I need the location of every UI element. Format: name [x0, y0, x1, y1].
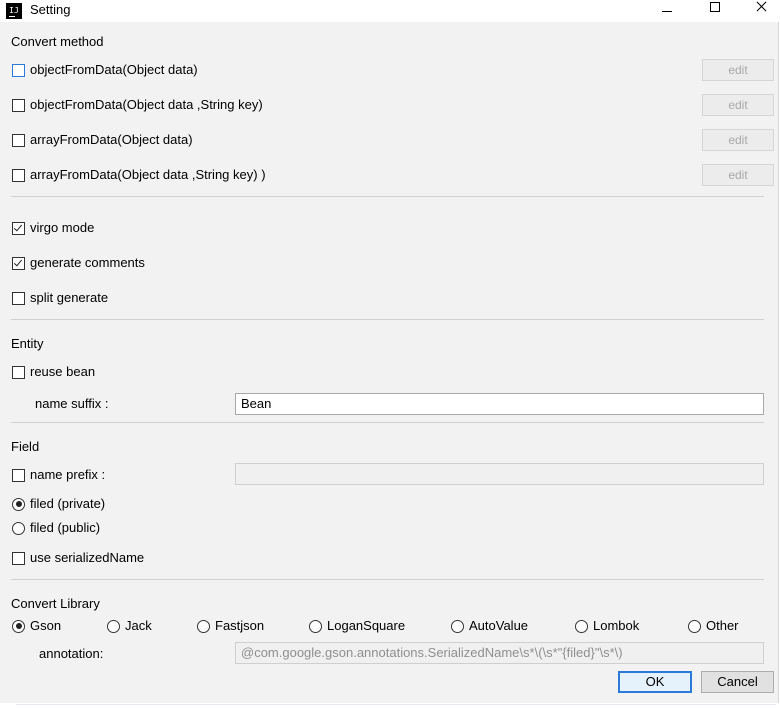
name-prefix-checkbox[interactable]: name prefix :: [12, 466, 105, 484]
checkbox-label: generate comments: [30, 255, 145, 270]
radio-label: Other: [706, 618, 739, 633]
radio-label: LoganSquare: [327, 618, 406, 633]
use-serialized-name-checkbox[interactable]: use serializedName: [12, 549, 144, 567]
name-suffix-label: name suffix :: [35, 396, 109, 411]
checkbox-box[interactable]: [12, 221, 25, 235]
minimize-button[interactable]: [644, 0, 690, 22]
convert-method-title: Convert method: [11, 34, 104, 49]
library-fastjson-radio[interactable]: Fastjson: [197, 617, 264, 635]
checkbox-label: arrayFromData(Object data): [30, 132, 193, 147]
maximize-button[interactable]: [692, 0, 738, 22]
checkbox-label: split generate: [30, 290, 109, 305]
checkbox-box[interactable]: [12, 551, 25, 565]
radio-button[interactable]: [451, 619, 464, 633]
radio-button[interactable]: [12, 521, 25, 535]
radio-label: filed (public): [30, 520, 101, 535]
radio-label: filed (private): [30, 496, 106, 511]
radio-button[interactable]: [688, 619, 701, 633]
separator: [11, 319, 764, 320]
radio-label: Gson: [30, 618, 62, 633]
field-title: Field: [11, 439, 40, 454]
settings-panel: Convert method objectFromData(Object dat…: [0, 22, 779, 703]
checkbox-box[interactable]: [12, 133, 25, 147]
reuse-bean-checkbox[interactable]: reuse bean: [12, 363, 95, 381]
edit-button-array-key[interactable]: edit: [702, 164, 774, 186]
library-jack-radio[interactable]: Jack: [107, 617, 152, 635]
name-prefix-input[interactable]: [235, 463, 764, 485]
checkbox-box[interactable]: [12, 365, 25, 379]
checkbox-box[interactable]: [12, 168, 25, 182]
library-lombok-radio[interactable]: Lombok: [575, 617, 639, 635]
checkbox-label: virgo mode: [30, 220, 95, 235]
convert-method-object-checkbox[interactable]: objectFromData(Object data): [12, 61, 198, 79]
convert-method-object-key-checkbox[interactable]: objectFromData(Object data ,String key): [12, 96, 263, 114]
virgo-mode-checkbox[interactable]: virgo mode: [12, 219, 94, 237]
radio-button[interactable]: [309, 619, 322, 633]
radio-button[interactable]: [197, 619, 210, 633]
radio-label: AutoValue: [469, 618, 529, 633]
radio-label: Jack: [125, 618, 152, 633]
edit-button-object-key[interactable]: edit: [702, 94, 774, 116]
ok-button[interactable]: OK: [618, 671, 692, 693]
convert-library-title: Convert Library: [11, 596, 100, 611]
radio-label: Fastjson: [215, 618, 265, 633]
checkbox-label: objectFromData(Object data ,String key): [30, 97, 263, 112]
checkbox-box[interactable]: [12, 98, 25, 112]
checkbox-box[interactable]: [12, 291, 25, 305]
checkbox-label: objectFromData(Object data): [30, 62, 198, 77]
checkbox-box[interactable]: [12, 468, 25, 482]
checkbox-label: arrayFromData(Object data ,String key) ): [30, 167, 266, 182]
generate-comments-checkbox[interactable]: generate comments: [12, 254, 145, 272]
title-bar: IJ Setting: [0, 0, 780, 22]
convert-method-array-key-checkbox[interactable]: arrayFromData(Object data ,String key) ): [12, 166, 266, 184]
edit-button-object[interactable]: edit: [702, 59, 774, 81]
library-autovalue-radio[interactable]: AutoValue: [451, 617, 528, 635]
checkbox-label: name prefix :: [30, 467, 106, 482]
library-other-radio[interactable]: Other: [688, 617, 739, 635]
window-title: Setting: [30, 2, 71, 17]
close-button[interactable]: [738, 0, 780, 22]
separator: [11, 422, 764, 423]
separator: [11, 196, 764, 197]
radio-label: Lombok: [593, 618, 640, 633]
annotation-input[interactable]: @com.google.gson.annotations.SerializedN…: [235, 642, 764, 664]
separator: [11, 579, 764, 580]
entity-title: Entity: [11, 336, 44, 351]
radio-button[interactable]: [12, 619, 25, 633]
radio-button[interactable]: [575, 619, 588, 633]
checkbox-label: use serializedName: [30, 550, 145, 565]
split-generate-checkbox[interactable]: split generate: [12, 289, 108, 307]
radio-button[interactable]: [12, 497, 25, 511]
filed-public-radio[interactable]: filed (public): [12, 519, 100, 537]
checkbox-label: reuse bean: [30, 364, 96, 379]
radio-button[interactable]: [107, 619, 120, 633]
library-gson-radio[interactable]: Gson: [12, 617, 61, 635]
checkbox-box[interactable]: [12, 256, 25, 270]
edit-button-array[interactable]: edit: [702, 129, 774, 151]
filed-private-radio[interactable]: filed (private): [12, 495, 105, 513]
name-suffix-input[interactable]: Bean: [235, 393, 764, 415]
convert-method-array-checkbox[interactable]: arrayFromData(Object data): [12, 131, 193, 149]
cancel-button[interactable]: Cancel: [701, 671, 774, 693]
intellij-app-icon: IJ: [6, 3, 22, 19]
window-bottom-edge: [0, 703, 780, 708]
checkbox-box[interactable]: [12, 63, 25, 77]
library-logansquare-radio[interactable]: LoganSquare: [309, 617, 405, 635]
annotation-label: annotation:: [39, 646, 104, 661]
